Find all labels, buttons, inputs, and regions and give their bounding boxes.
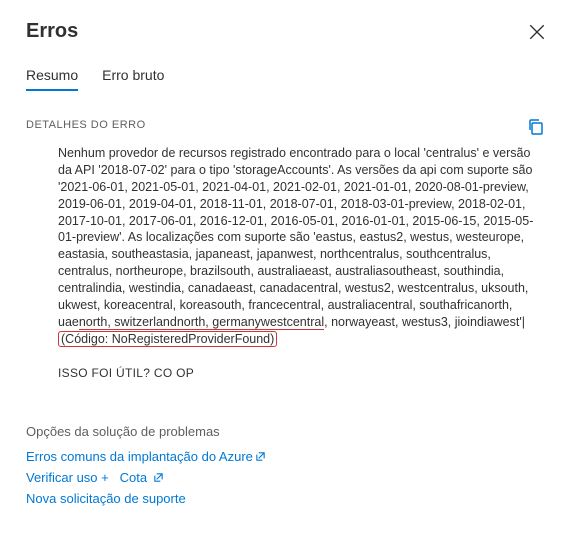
error-message-mid: , norwayeast, westus3, jioindiawest'| [324,315,525,329]
external-link-icon [153,472,164,483]
tab-raw-error[interactable]: Erro bruto [102,67,164,91]
page-title: Erros [26,20,78,43]
external-link-icon [255,451,266,462]
tab-summary[interactable]: Resumo [26,67,78,91]
close-icon[interactable] [528,23,546,41]
link-check-usage[interactable]: Verificar uso + [26,470,109,485]
helpful-prompt: ISSO FOI ÚTIL? CO OP [26,366,546,380]
copy-icon[interactable] [526,117,546,137]
link-new-support-request[interactable]: Nova solicitação de suporte [26,491,186,506]
link-quota[interactable]: Cota [120,470,164,485]
tabs: Resumo Erro bruto [26,67,546,91]
troubleshoot-heading: Opções da solução de problemas [26,424,546,439]
troubleshoot-section: Opções da solução de problemas Erros com… [26,424,546,512]
error-message: Nenhum provedor de recursos registrado e… [26,145,546,348]
error-highlight-locations: north, switzerlandnorth, germanywestcent… [79,315,324,330]
error-highlight-code: (Código: NoRegisteredProviderFound) [58,331,277,347]
error-details-label: DETALHES DO ERRO [26,119,146,131]
link-common-deployment-errors[interactable]: Erros comuns da implantação do Azure [26,449,266,464]
error-message-body: Nenhum provedor de recursos registrado e… [58,146,533,329]
